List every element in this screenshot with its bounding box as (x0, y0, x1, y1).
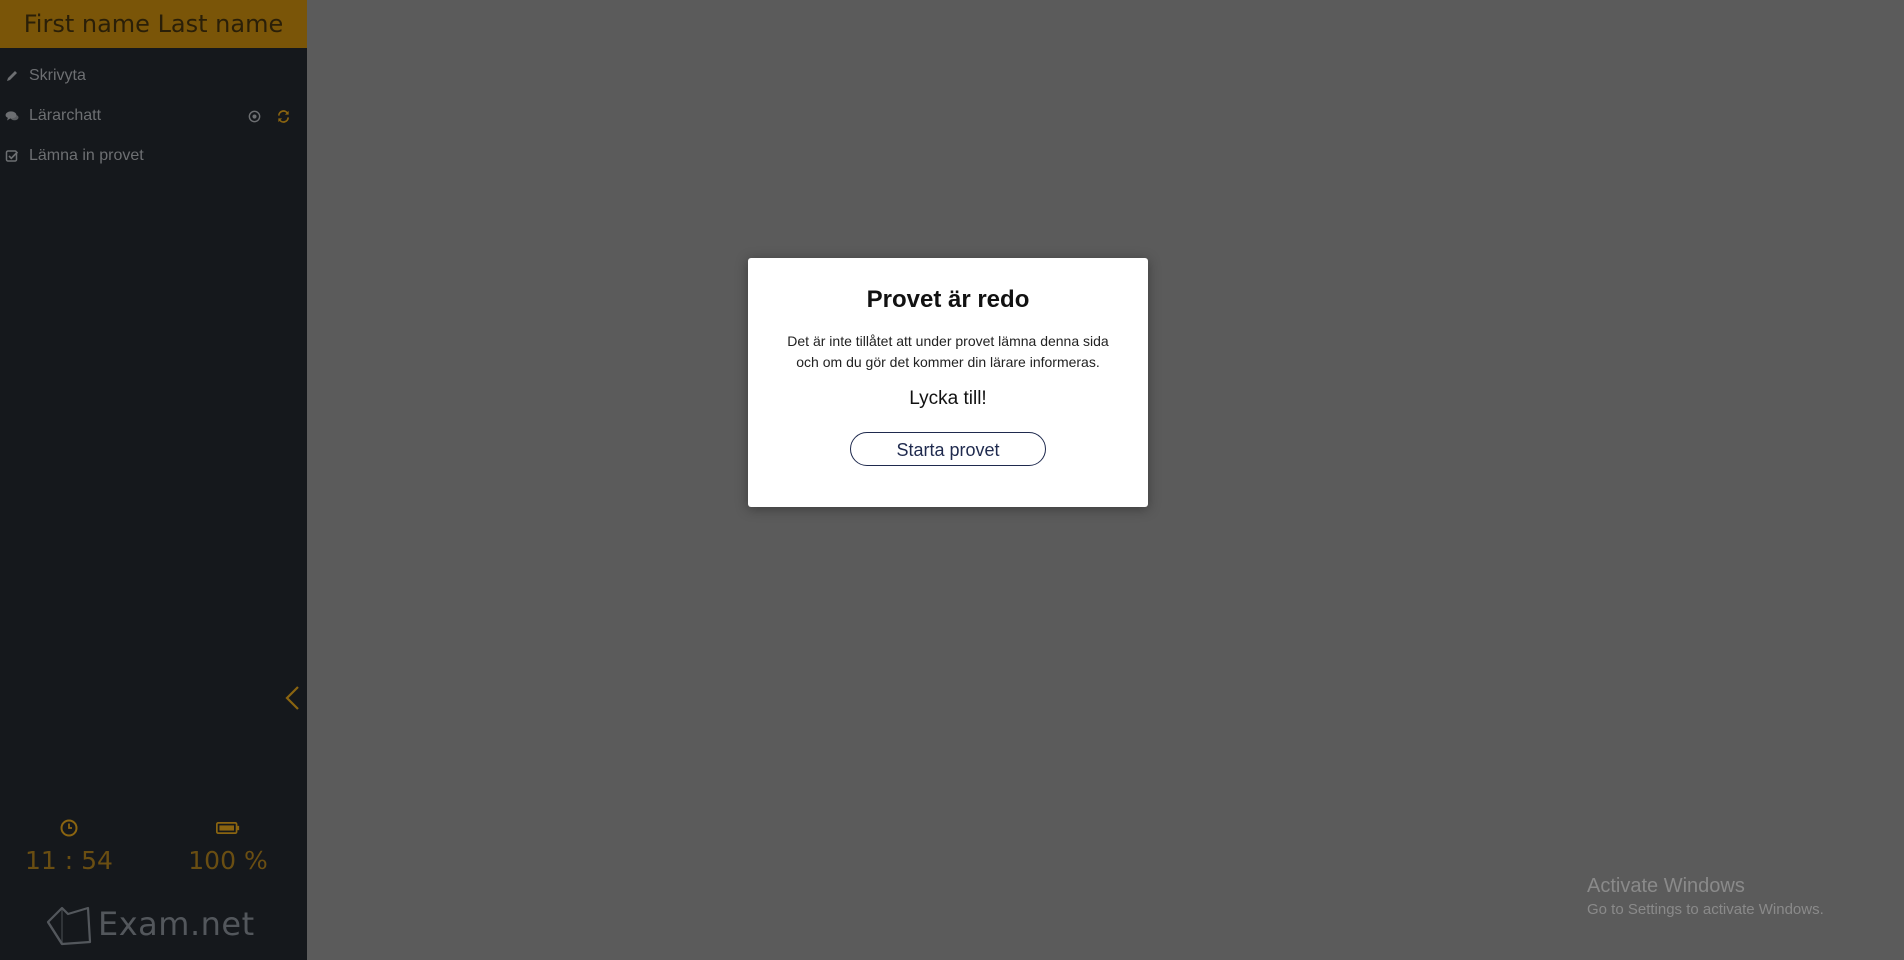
watermark-subtitle: Go to Settings to activate Windows. (1587, 901, 1824, 918)
dialog-message: Det är inte tillåtet att under provet lä… (787, 333, 1109, 370)
checkbox-icon (5, 149, 19, 163)
status-bar: 11 : 54 100 % (0, 816, 307, 876)
chevron-left-icon[interactable] (281, 683, 303, 713)
dialog-title: Provet är redo (866, 286, 1030, 313)
battery-status: 100 % (178, 816, 278, 875)
sidebar-nav: Skrivyta Lärarchatt Lämna in provet (0, 56, 307, 176)
clock-value: 11 : 54 (25, 846, 113, 875)
sidebar-item-label: Skrivyta (29, 67, 86, 84)
battery-value: 100 % (188, 846, 268, 875)
clock-icon (24, 816, 114, 840)
sidebar-item-lararchatt[interactable]: Lärarchatt (0, 96, 307, 136)
sidebar-item-lamna-in[interactable]: Lämna in provet (0, 136, 307, 176)
sidebar-item-skrivyta[interactable]: Skrivyta (0, 56, 307, 96)
battery-icon (178, 816, 278, 840)
target-icon[interactable] (247, 109, 262, 124)
pencil-icon (5, 69, 19, 83)
exam-net-logo: Exam.net (44, 898, 255, 950)
sidebar-item-label: Lärarchatt (29, 107, 102, 124)
sidebar: First name Last name Skrivyta Lärarchatt (0, 0, 307, 960)
watermark-title: Activate Windows (1587, 875, 1745, 897)
start-exam-button[interactable]: Starta provet (850, 432, 1046, 466)
chat-controls (247, 96, 291, 136)
chat-icon (5, 109, 19, 123)
dialog-wish: Lycka till! (909, 388, 987, 409)
windows-activation-watermark: Activate Windows Go to Settings to activ… (1587, 874, 1824, 920)
sidebar-item-label: Lämna in provet (29, 147, 144, 164)
logo-mark-icon (46, 906, 92, 946)
logo-text: Exam.net (98, 905, 255, 943)
exam-ready-dialog: Provet är redo Det är inte tillåtet att … (748, 258, 1148, 507)
clock-status: 11 : 54 (24, 816, 114, 875)
user-name-header: First name Last name (0, 0, 307, 48)
refresh-icon[interactable] (276, 109, 291, 124)
